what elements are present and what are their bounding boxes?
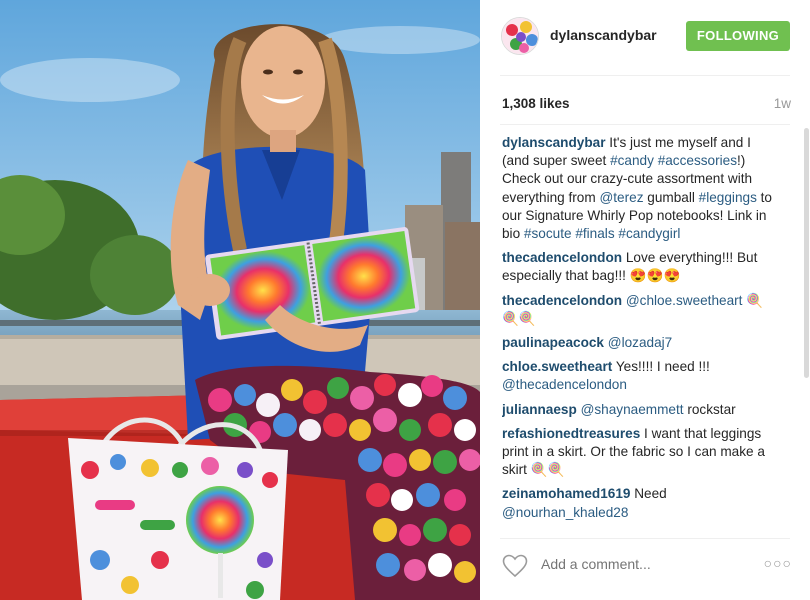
likes-divider: [500, 124, 790, 125]
comment-username[interactable]: paulinapeacock: [502, 335, 604, 350]
mention-link[interactable]: @nourhan_khaled28: [502, 505, 628, 520]
comment-item: refashionedtreasures I want that legging…: [502, 425, 778, 480]
mention-link[interactable]: #accessories: [658, 153, 737, 168]
mention-link[interactable]: #candy: [610, 153, 654, 168]
post-footer: ○○○: [480, 544, 810, 600]
comment-item: paulinapeacock @lozadaj7: [502, 334, 778, 352]
post-photo[interactable]: [0, 0, 480, 600]
post-age[interactable]: 1w: [774, 96, 791, 111]
profile-avatar[interactable]: [501, 17, 539, 55]
mention-link[interactable]: @thecadencelondon: [502, 377, 627, 392]
mention-link[interactable]: #leggings: [699, 190, 757, 205]
comment-username[interactable]: thecadencelondon: [502, 250, 622, 265]
footer-divider: [500, 538, 790, 539]
mention-link[interactable]: #finals: [575, 226, 614, 241]
comment-username[interactable]: refashionedtreasures: [502, 426, 640, 441]
comments-list[interactable]: dylanscandybar It's just me myself and I…: [502, 134, 778, 536]
comment-text: Need: [634, 486, 667, 502]
comment-username[interactable]: chloe.sweetheart: [502, 359, 612, 374]
mention-link[interactable]: #candygirl: [618, 226, 680, 241]
header-divider: [500, 75, 790, 76]
mention-link[interactable]: @lozadaj7: [608, 335, 672, 350]
comment-text: rockstar: [683, 401, 736, 417]
comment-text: gumball: [643, 189, 699, 205]
comment-item: chloe.sweetheart Yes!!!! I need !!! @the…: [502, 358, 778, 394]
mention-link[interactable]: @shaynaemmett: [581, 402, 684, 417]
comment-item: thecadencelondon @chloe.sweetheart 🍭🍭🍭: [502, 292, 778, 328]
post-caption: dylanscandybar It's just me myself and I…: [502, 134, 778, 243]
post-details-panel: dylanscandybar FOLLOWING 1,308 likes 1w …: [480, 0, 810, 600]
likes-count[interactable]: 1,308 likes: [502, 96, 570, 111]
heart-icon[interactable]: [502, 554, 528, 583]
add-comment-input[interactable]: [541, 556, 721, 572]
comment-username[interactable]: zeinamohamed1619: [502, 486, 630, 501]
comment-item: zeinamohamed1619 Need @nourhan_khaled28: [502, 485, 778, 521]
post-username[interactable]: dylanscandybar: [550, 27, 657, 43]
post-header: dylanscandybar FOLLOWING: [480, 0, 810, 75]
comment-text: Yes!!!! I need !!!: [615, 359, 710, 375]
comments-scrollbar[interactable]: [804, 128, 809, 378]
comment-item: thecadencelondon Love everything!!! But …: [502, 249, 778, 285]
avatar-candy-icon: [502, 18, 538, 54]
comment-item: juliannaesp @shaynaemmett rockstar: [502, 401, 778, 419]
following-button[interactable]: FOLLOWING: [686, 21, 790, 51]
comment-username[interactable]: juliannaesp: [502, 402, 577, 417]
comment-username[interactable]: thecadencelondon: [502, 293, 622, 308]
more-options-icon[interactable]: ○○○: [764, 555, 792, 571]
mention-link[interactable]: @chloe.sweetheart: [626, 293, 743, 308]
post-image: [0, 0, 480, 600]
comment-username[interactable]: dylanscandybar: [502, 135, 606, 150]
mention-link[interactable]: @terez: [599, 190, 643, 205]
mention-link[interactable]: #socute: [524, 226, 572, 241]
